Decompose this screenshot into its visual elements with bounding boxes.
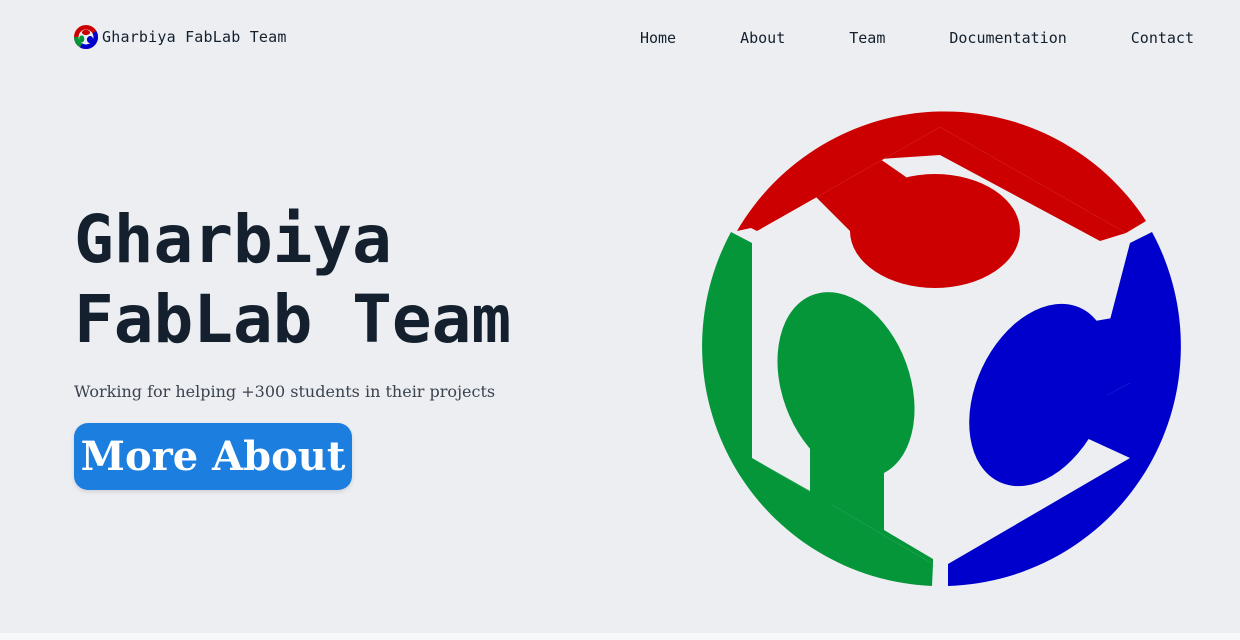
page-bottom-edge	[0, 633, 1240, 640]
nav-link-team[interactable]: Team	[849, 29, 885, 47]
nav-link-contact[interactable]: Contact	[1131, 29, 1194, 47]
brand-link[interactable]: Gharbiya FabLab Team	[74, 25, 287, 49]
fablab-logo-icon	[74, 25, 98, 49]
top-navbar: Gharbiya FabLab Team Home About Team Doc…	[0, 0, 1240, 76]
nav-link-home[interactable]: Home	[640, 29, 676, 47]
hero-title-line-1: Gharbiya	[74, 201, 392, 278]
nav-link-about[interactable]: About	[740, 29, 785, 47]
hero-title-line-2: FabLab Team	[74, 281, 512, 358]
hero-title: Gharbiya FabLab Team	[74, 200, 594, 360]
hero-subtitle: Working for helping +300 students in the…	[74, 382, 496, 401]
brand-name: Gharbiya FabLab Team	[102, 28, 287, 46]
nav-links: Home About Team Documentation Contact	[640, 29, 1194, 47]
fablab-logo-icon	[702, 111, 1181, 586]
nav-link-documentation[interactable]: Documentation	[949, 29, 1066, 47]
more-about-button[interactable]: More About	[74, 423, 352, 490]
